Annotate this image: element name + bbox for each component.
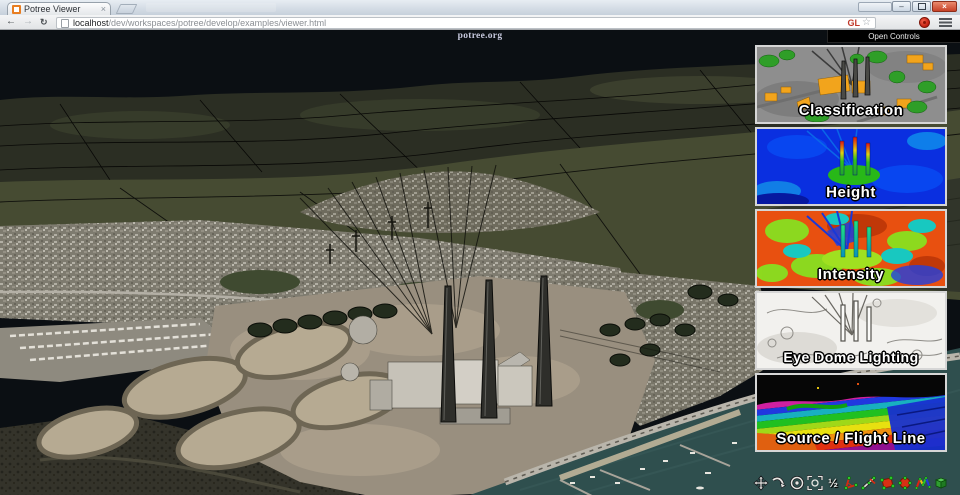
background-window-button — [858, 2, 892, 12]
bookmark-star-icon[interactable]: ☆ — [862, 18, 871, 28]
height-profile-icon — [915, 476, 931, 490]
angle-measurement-button[interactable] — [843, 475, 859, 491]
pan-button[interactable] — [753, 475, 769, 491]
half-resolution-icon: ½ — [827, 476, 838, 490]
address-bar[interactable]: localhost/dev/workspaces/potree/develop/… — [56, 17, 876, 29]
clip-volume-button[interactable] — [933, 475, 949, 491]
orbit-icon — [790, 476, 804, 490]
tab-close-icon[interactable]: × — [101, 4, 106, 15]
height-profile-button[interactable] — [915, 475, 931, 491]
title-bar: Potree Viewer × – × — [0, 0, 960, 15]
thumbnail-eye-dome-lighting[interactable]: Eye Dome Lighting — [755, 291, 947, 370]
focus-all-icon — [807, 475, 823, 491]
close-button[interactable]: × — [932, 1, 957, 12]
thumbnail-label: Eye Dome Lighting — [783, 349, 919, 365]
url-path: /dev/workspaces/potree/develop/examples/… — [108, 18, 327, 28]
thumbnail-source-flight-line[interactable]: Source / Flight Line — [755, 373, 947, 452]
area-measurement-icon — [880, 476, 895, 490]
back-button[interactable]: ← — [6, 15, 16, 29]
maximize-button[interactable] — [912, 1, 931, 12]
volume-measurement-icon — [898, 476, 912, 490]
potree-favicon-icon — [12, 4, 21, 14]
distance-measurement-icon — [861, 476, 876, 490]
area-measurement-button[interactable] — [879, 475, 895, 491]
minimize-button[interactable]: – — [892, 1, 911, 12]
open-controls-button[interactable]: Open Controls — [827, 30, 960, 43]
tab-title: Potree Viewer — [24, 3, 81, 14]
fly-button[interactable] — [771, 475, 787, 491]
orbit-button[interactable] — [789, 475, 805, 491]
extension-icon[interactable] — [919, 17, 930, 28]
volume-measurement-button[interactable] — [897, 475, 913, 491]
thumbnail-label: Intensity — [817, 266, 885, 283]
pan-icon — [753, 475, 769, 491]
render-mode-thumbnails: Classification Height Intensity Eye Dome… — [755, 45, 947, 455]
window-controls: – × — [891, 1, 957, 12]
forward-button[interactable]: → — [23, 15, 33, 29]
half-resolution-button[interactable]: ½ — [825, 475, 841, 491]
fly-icon — [772, 476, 787, 489]
thumbnail-label: Source / Flight Line — [776, 430, 926, 447]
potree-viewport: potree.org Open Controls Classification … — [0, 30, 960, 495]
url-text: localhost/dev/workspaces/potree/develop/… — [73, 18, 846, 28]
page-icon — [61, 18, 69, 28]
thumbnail-intensity[interactable]: Intensity — [755, 209, 947, 288]
reload-button[interactable]: ↻ — [40, 15, 48, 29]
thumbnail-label: Classification — [798, 102, 904, 119]
viewer-toolbar: ½ — [753, 475, 949, 491]
thumbnail-label: Height — [826, 184, 876, 201]
clip-volume-icon — [934, 477, 948, 489]
new-tab-button[interactable] — [115, 4, 138, 14]
thumbnail-height[interactable]: Height — [755, 127, 947, 206]
distance-measurement-button[interactable] — [861, 475, 877, 491]
maximize-icon — [917, 3, 926, 10]
background-window — [146, 3, 276, 12]
browser-window: Potree Viewer × – × ← → ↻ localhost/dev/… — [0, 0, 960, 495]
menu-icon[interactable] — [939, 18, 952, 27]
browser-tab[interactable]: Potree Viewer × — [7, 2, 111, 15]
browser-toolbar: ← → ↻ localhost/dev/workspaces/potree/de… — [0, 15, 960, 30]
focus-all-button[interactable] — [807, 475, 823, 491]
potree-org-link[interactable]: potree.org — [458, 31, 503, 41]
webgl-badge[interactable]: GL — [848, 18, 861, 28]
url-host: localhost — [73, 18, 109, 28]
angle-measurement-icon — [844, 476, 858, 490]
thumbnail-classification[interactable]: Classification — [755, 45, 947, 124]
